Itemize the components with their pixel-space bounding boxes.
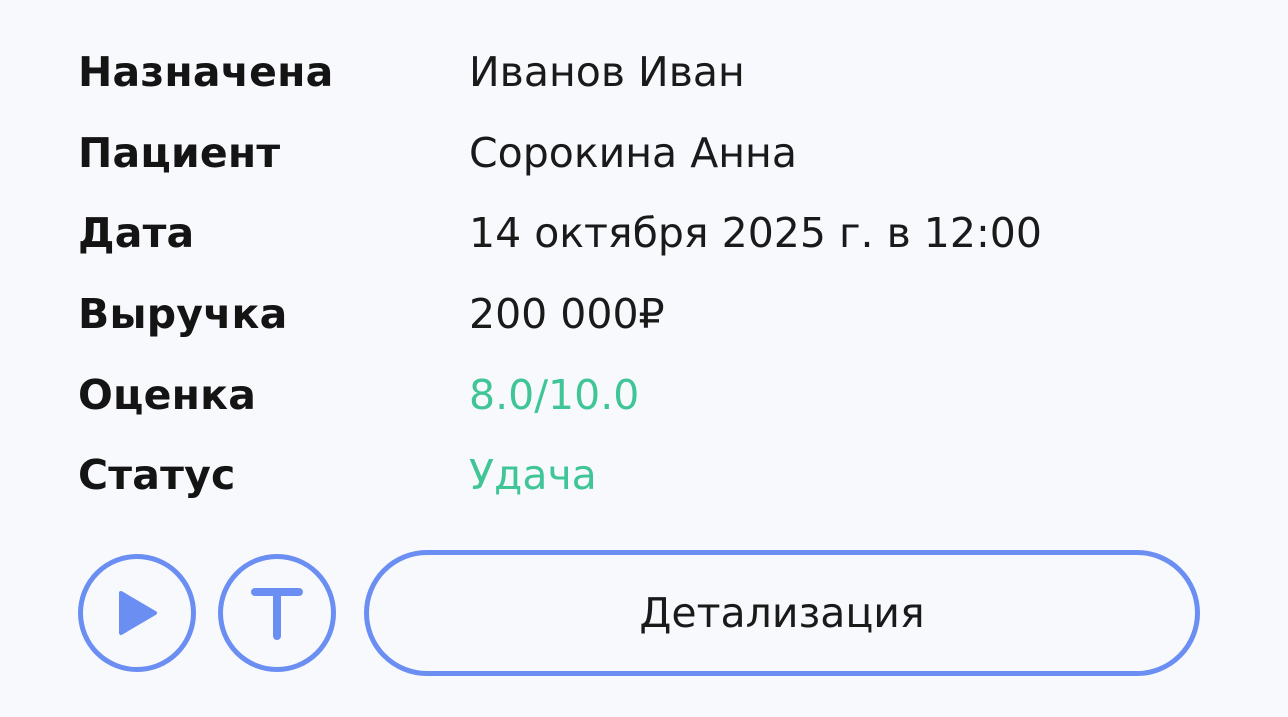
letter-t-icon <box>251 586 303 640</box>
status-label: Статус <box>78 451 236 500</box>
detail-row-revenue: Выручка 200 000₽ <box>78 274 1228 355</box>
play-button[interactable] <box>78 554 196 672</box>
assigned-value: Иванов Иван <box>469 48 745 97</box>
score-value: 8.0/10.0 <box>469 370 640 419</box>
play-icon <box>115 589 159 637</box>
assigned-label: Назначена <box>78 48 334 97</box>
action-bar: Детализация <box>78 550 1210 676</box>
patient-value: Сорокина Анна <box>469 128 797 177</box>
transcript-button[interactable] <box>218 554 336 672</box>
revenue-label: Выручка <box>78 290 288 339</box>
detail-row-status: Статус Удача <box>78 435 1228 516</box>
appointment-card: Назначена Иванов Иван Пациент Сорокина А… <box>0 0 1288 717</box>
details-list: Назначена Иванов Иван Пациент Сорокина А… <box>78 32 1228 516</box>
status-value: Удача <box>469 451 597 500</box>
revenue-value: 200 000₽ <box>469 290 665 339</box>
detail-row-assigned: Назначена Иванов Иван <box>78 32 1228 113</box>
date-value: 14 октября 2025 г. в 12:00 <box>469 209 1042 258</box>
date-label: Дата <box>78 209 195 258</box>
detail-row-score: Оценка 8.0/10.0 <box>78 354 1228 435</box>
patient-label: Пациент <box>78 128 281 177</box>
score-label: Оценка <box>78 370 257 419</box>
detail-row-patient: Пациент Сорокина Анна <box>78 113 1228 194</box>
detail-row-date: Дата 14 октября 2025 г. в 12:00 <box>78 193 1228 274</box>
details-button[interactable]: Детализация <box>364 550 1200 676</box>
